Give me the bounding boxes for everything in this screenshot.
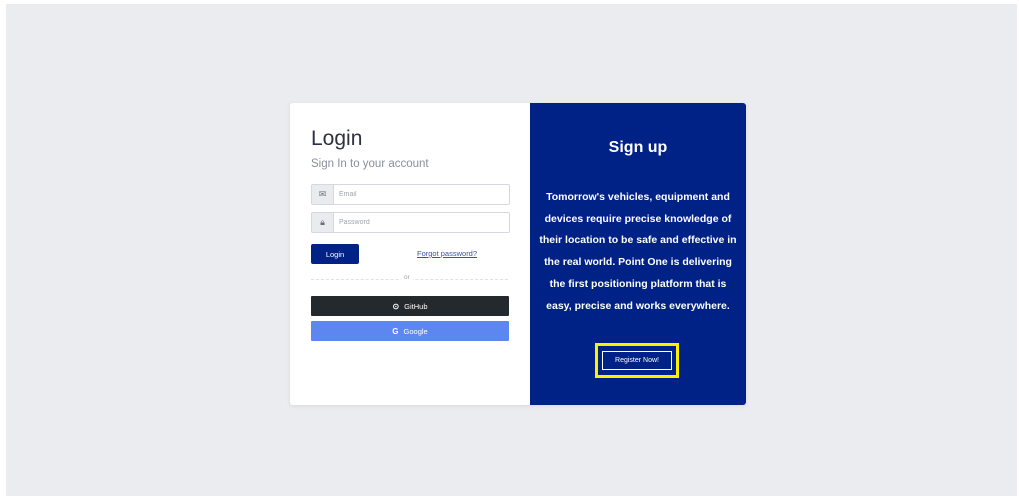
login-panel: Login Sign In to your account ✉ 🔒︎ Login… bbox=[290, 103, 530, 405]
divider-or-text: or bbox=[401, 274, 413, 281]
login-title: Login bbox=[311, 127, 363, 150]
email-input[interactable] bbox=[334, 185, 509, 204]
email-input-group: ✉ bbox=[311, 184, 510, 205]
forgot-password-link[interactable]: Forgot password? bbox=[417, 249, 477, 258]
signup-panel: Sign up Tomorrow's vehicles, equipment a… bbox=[530, 103, 746, 405]
google-icon: G bbox=[392, 326, 399, 336]
lock-icon: 🔒︎ bbox=[312, 213, 334, 232]
register-now-button[interactable]: Register Now! bbox=[602, 351, 672, 370]
github-icon: ⊙ bbox=[392, 301, 400, 311]
signup-title: Sign up bbox=[608, 139, 668, 156]
signup-description: Tomorrow's vehicles, equipment and devic… bbox=[539, 191, 737, 312]
login-subtitle: Sign In to your account bbox=[311, 158, 429, 170]
google-login-button[interactable]: G Google bbox=[311, 321, 509, 341]
password-input[interactable] bbox=[334, 213, 509, 232]
mail-icon: ✉ bbox=[312, 185, 334, 204]
login-button[interactable]: Login bbox=[311, 244, 359, 264]
google-button-label: Google bbox=[403, 326, 428, 336]
github-button-label: GitHub bbox=[404, 301, 428, 311]
password-input-group: 🔒︎ bbox=[311, 212, 510, 233]
github-login-button[interactable]: ⊙ GitHub bbox=[311, 296, 509, 316]
auth-card: Login Sign In to your account ✉ 🔒︎ Login… bbox=[290, 103, 746, 405]
